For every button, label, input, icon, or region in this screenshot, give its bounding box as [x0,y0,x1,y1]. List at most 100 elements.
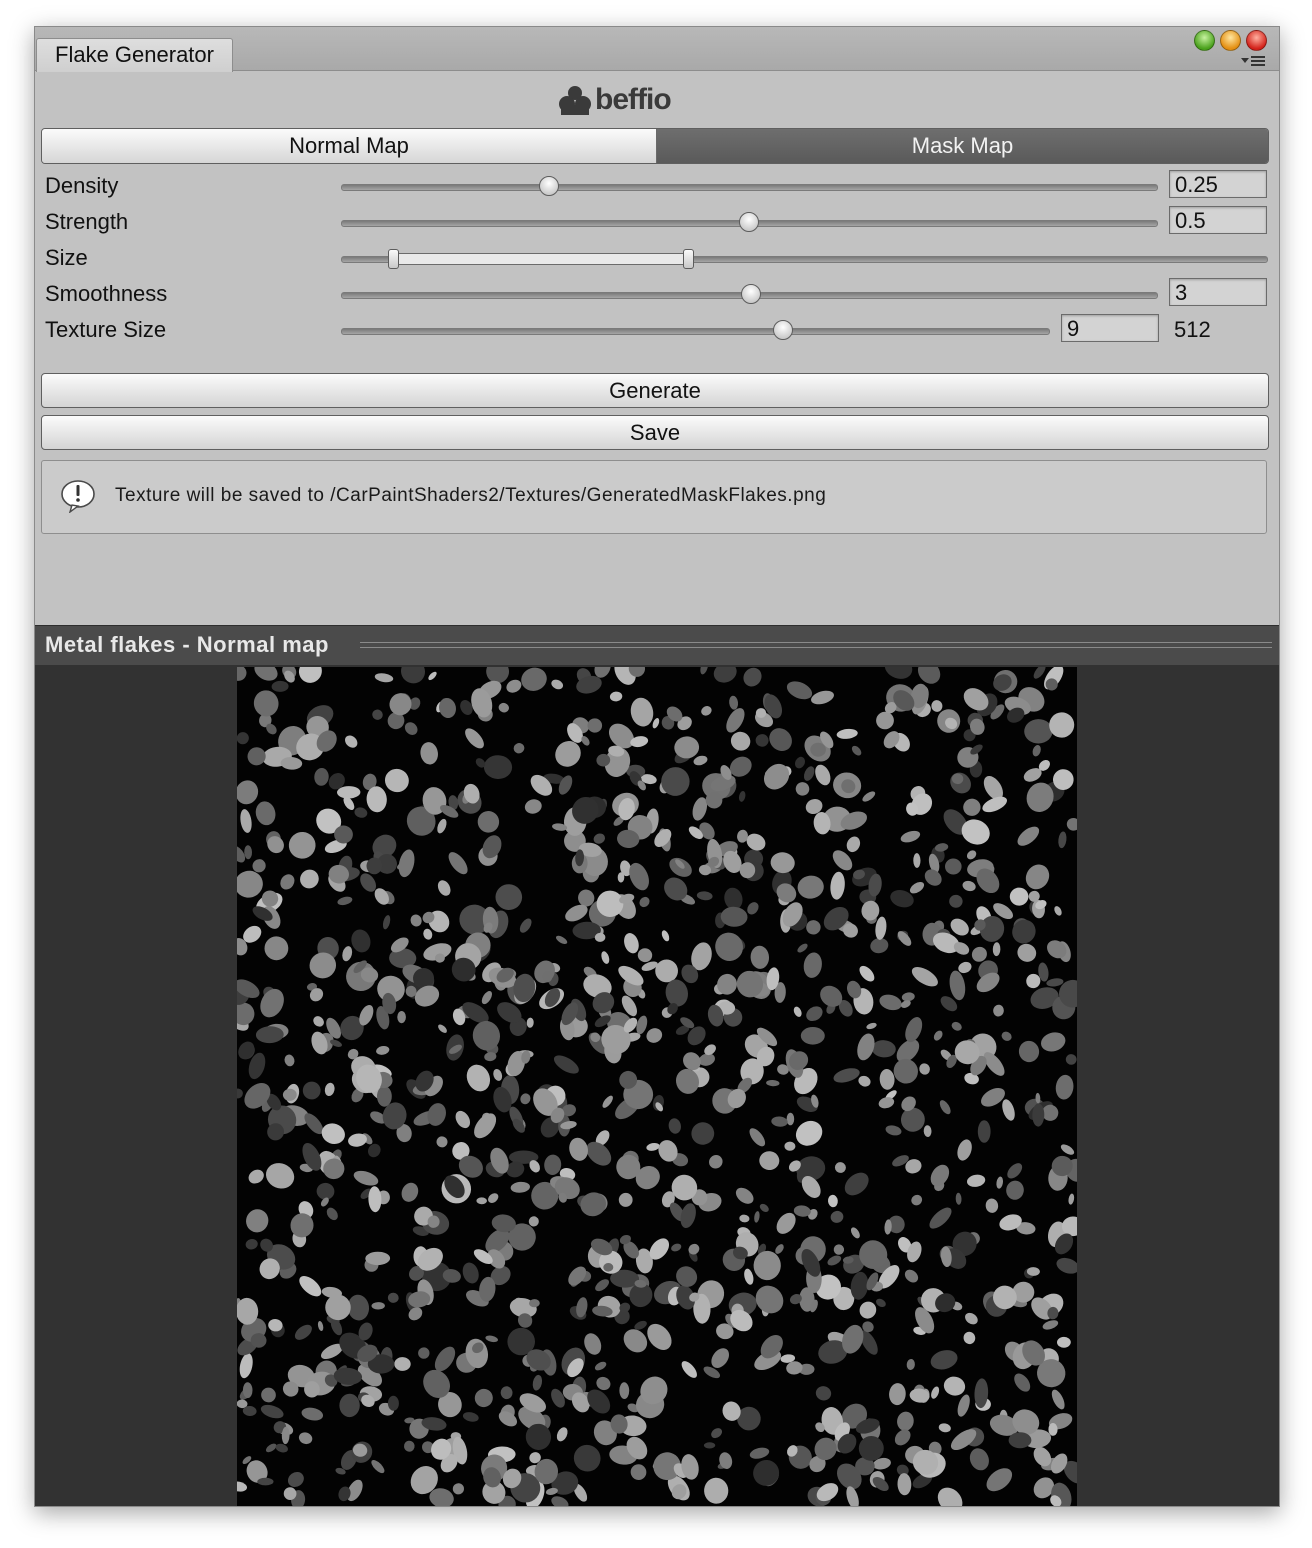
flake [374,673,394,683]
density-slider-thumb[interactable] [539,176,559,196]
flake [1008,1432,1032,1449]
flake [949,970,966,1001]
beffio-logo: beffio [557,83,687,119]
flake [876,711,894,730]
smoothness-field[interactable]: 3 [1169,278,1267,306]
density-slider-track[interactable] [341,184,1158,191]
tab-mask-map[interactable]: Mask Map [657,129,1268,163]
flake [833,1068,860,1083]
flake [587,718,603,733]
size-range-bar[interactable] [390,253,690,265]
density-field[interactable]: 0.25 [1169,170,1267,198]
flake [923,1125,932,1137]
flake [836,728,858,739]
flake [389,693,412,716]
flake [595,1279,610,1292]
flake [519,918,532,933]
flake [795,782,810,796]
flake [594,1361,607,1371]
flake [951,1021,962,1031]
flake [371,1302,385,1310]
flake [743,667,762,687]
flake [384,768,409,793]
flake [797,875,824,899]
flake [811,690,834,705]
flake [897,1473,912,1496]
strength-label: Strength [45,209,129,234]
flake [889,1383,906,1406]
strength-field[interactable]: 0.5 [1169,206,1267,234]
flake [963,1331,976,1345]
flake [759,1151,780,1171]
flake [326,1207,338,1221]
flake [394,1357,411,1371]
flake [247,747,266,766]
flake [879,1069,895,1090]
flake [647,1323,672,1350]
flake [875,1298,886,1308]
beffio-logo-icon [559,86,591,115]
flake [1032,745,1041,757]
flake [784,1141,796,1151]
texture-size-row: Texture Size 9 512 [35,314,1279,350]
preview-area [35,665,1279,1506]
flake [493,1068,503,1081]
flake [1041,1032,1066,1052]
flake [260,1404,284,1419]
flake [806,1006,823,1022]
preview-title: Metal flakes - Normal map [45,632,329,657]
flake [593,833,605,844]
flake [1017,943,1037,962]
flake [265,1163,295,1189]
save-path-help-box: Texture will be saved to /CarPaintShader… [41,460,1267,534]
size-max-handle[interactable] [683,249,694,269]
flake [931,700,943,712]
flake [851,745,862,756]
zoom-button[interactable] [1194,30,1215,51]
size-min-handle[interactable] [388,249,399,269]
save-button[interactable]: Save [41,415,1269,450]
flake [1024,719,1053,744]
flake [703,1442,716,1449]
flake [404,722,418,735]
flake [314,768,329,786]
flake [1051,1389,1065,1410]
flake [555,935,568,945]
flake [866,1022,877,1030]
close-button[interactable] [1246,30,1267,51]
texture-size-slider-track[interactable] [341,328,1050,335]
flake [713,667,737,683]
flake [965,1312,978,1325]
flake [771,1116,788,1127]
strength-slider-thumb[interactable] [739,212,759,232]
flake [553,1055,579,1074]
tab-normal-map[interactable]: Normal Map [42,129,657,163]
flake [498,702,509,713]
texture-size-slider-thumb[interactable] [773,320,793,340]
flake [455,1110,471,1129]
flake [905,1017,923,1043]
flake [302,1081,321,1100]
flake [704,1477,729,1504]
flake [569,1137,588,1161]
texture-size-field[interactable]: 9 [1061,314,1159,342]
flake [526,1017,534,1028]
flake [239,1353,253,1379]
flake [301,1407,324,1421]
flake [400,667,426,684]
tab-flake-generator[interactable]: Flake Generator [36,38,233,72]
flake [833,1244,845,1255]
window-menu-icon[interactable] [1241,54,1267,68]
flake [397,1011,406,1024]
smoothness-slider-thumb[interactable] [741,284,761,304]
flake [345,735,358,748]
flake [294,1324,312,1340]
flake [797,943,808,953]
flake [652,717,660,729]
flake [646,1142,660,1151]
flake [688,1243,700,1255]
minimize-button[interactable] [1220,30,1241,51]
generate-button[interactable]: Generate [41,373,1269,408]
flake [929,1207,952,1229]
flake [957,1394,970,1417]
